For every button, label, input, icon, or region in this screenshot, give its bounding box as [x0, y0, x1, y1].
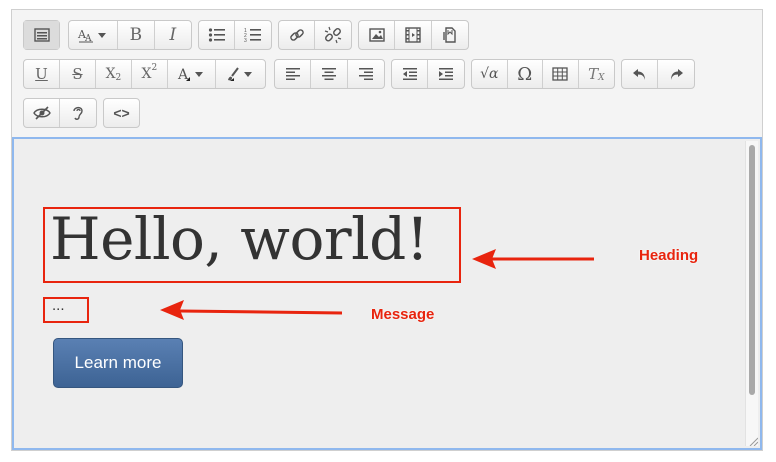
italic-button[interactable]: I — [155, 21, 191, 49]
message-annotation-label: Message — [371, 306, 435, 323]
media-button[interactable] — [395, 21, 432, 49]
paint-brush-icon — [227, 67, 252, 81]
accessibility-checker-button[interactable] — [24, 99, 61, 127]
toolbar-group-text-format: U S X2 X2 A — [23, 59, 266, 89]
ordered-list-button[interactable]: 123 — [235, 21, 271, 49]
toolbar-group-align — [274, 59, 385, 89]
svg-text:A: A — [177, 67, 189, 82]
toolbar-group-history — [621, 59, 695, 89]
outdent-icon — [402, 68, 417, 80]
message-arrow-icon — [160, 300, 343, 320]
editor-content[interactable]: Hello, world! ... Learn more — [19, 144, 746, 444]
ear-icon — [73, 106, 83, 120]
scrollbar[interactable] — [745, 141, 758, 446]
clear-formatting-button[interactable]: TX — [579, 60, 614, 88]
heading-annotation-label: Heading — [639, 247, 699, 264]
unlink-icon — [324, 26, 342, 44]
html-button[interactable]: <> — [104, 99, 139, 127]
equation-button[interactable]: √α — [472, 60, 508, 88]
align-left-button[interactable] — [275, 60, 312, 88]
redo-button[interactable] — [658, 60, 694, 88]
bold-button[interactable]: B — [118, 21, 155, 49]
font-color-button[interactable]: A — [168, 60, 217, 88]
editor-toolbar: AA B I 123 U S X 2 X 2 A √α Ω T X <> — [12, 10, 762, 136]
resize-handle-icon[interactable] — [748, 436, 758, 446]
underline-button[interactable]: U — [24, 60, 60, 88]
editor-content-area[interactable]: Hello, world! ... Learn more — [12, 137, 762, 450]
link-icon — [289, 29, 304, 41]
manage-files-button[interactable] — [432, 21, 468, 49]
unordered-list-button[interactable] — [199, 21, 236, 49]
heading-highlight-box — [43, 207, 461, 283]
image-button[interactable] — [359, 21, 396, 49]
special-character-button[interactable]: Ω — [508, 60, 544, 88]
link-button[interactable] — [279, 21, 316, 49]
font-icon: AA — [77, 28, 107, 43]
table-icon — [552, 67, 568, 81]
redo-icon — [671, 69, 683, 80]
undo-icon — [632, 69, 645, 80]
indent-button[interactable] — [428, 60, 464, 88]
toolbar-group-lists: 123 — [198, 20, 272, 50]
outdent-button[interactable] — [392, 60, 429, 88]
toolbar-group-accessibility — [23, 98, 97, 128]
file-icon — [443, 27, 456, 43]
toolbar-group-links — [278, 20, 352, 50]
toolbar-group-indent — [391, 59, 465, 89]
image-icon — [368, 28, 385, 42]
align-left-icon — [285, 68, 300, 80]
unlink-button[interactable] — [315, 21, 351, 49]
table-button[interactable] — [543, 60, 579, 88]
learn-more-button[interactable]: Learn more — [53, 338, 183, 388]
bullet-list-icon — [208, 28, 225, 42]
numbered-list-icon: 123 — [244, 28, 261, 43]
align-right-button[interactable] — [348, 60, 384, 88]
toolbar-group-insert: √α Ω TX — [471, 59, 615, 89]
show-more-buttons[interactable] — [24, 21, 59, 49]
film-icon — [405, 27, 421, 43]
align-center-button[interactable] — [311, 60, 348, 88]
toolbar-group-media — [358, 20, 469, 50]
indent-icon — [439, 68, 453, 80]
toolbar-group-html: <> — [103, 98, 140, 128]
eye-slash-icon — [32, 106, 51, 120]
strikethrough-button[interactable]: S — [60, 60, 96, 88]
align-center-icon — [322, 68, 337, 80]
toolbar-toggle-icon — [33, 28, 50, 42]
superscript-button[interactable]: X2 — [132, 60, 168, 88]
svg-text:3: 3 — [244, 38, 247, 43]
scrollbar-thumb[interactable] — [749, 145, 755, 395]
font-family-button[interactable]: AA — [69, 21, 119, 49]
background-color-button[interactable] — [216, 60, 265, 88]
align-right-icon — [358, 68, 373, 80]
toolbar-group-collapse — [23, 20, 60, 50]
heading-arrow-icon — [472, 249, 594, 269]
font-color-icon: A — [177, 67, 203, 82]
screen-reader-helper-button[interactable] — [60, 99, 96, 127]
subscript-button[interactable]: X2 — [96, 60, 132, 88]
undo-button[interactable] — [622, 60, 659, 88]
message-highlight-box — [43, 297, 89, 323]
toolbar-group-style: AA B I — [68, 20, 192, 50]
